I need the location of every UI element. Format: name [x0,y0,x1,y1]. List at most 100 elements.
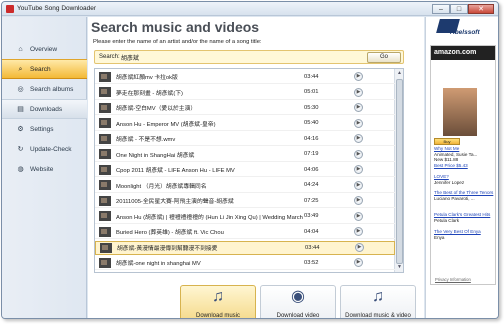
buy-button[interactable]: Buy [434,138,460,145]
sidebar-item-settings[interactable]: ⚙ Settings [2,119,87,139]
sidebar-item-downloads[interactable]: ▤ Downloads [2,99,87,119]
window-controls: – □ ✕ [432,4,494,14]
privacy-information-link[interactable]: Privacy Information [435,277,471,282]
play-preview-icon[interactable]: ▶ [354,211,363,221]
play-preview-icon[interactable]: ▶ [354,165,363,174]
download-video-button[interactable]: ◉ Download video [260,285,336,318]
globe-icon: ◍ [17,165,24,173]
download-music-video-button[interactable]: ♫ Download music & video [340,285,416,318]
result-row[interactable]: 20111005-全民星大賽-阿飛主演的聲音-胡彥斌 07:25 ▶ [95,194,395,208]
search-bar: Search: Go [94,50,404,64]
download-music-button[interactable]: ♫ Download music [180,285,256,318]
result-row[interactable]: Cpop 2011 胡彥斌 - LIFE Anson Hu - LIFE MV 0… [95,163,395,177]
ad-item-artist: Petula Clark [434,217,460,223]
result-title: Moonlight （月光）胡彥斌專輯同名 [116,183,207,190]
search-instruction: Please enter the name of an artist and/o… [93,39,262,45]
result-duration: 03:49 [304,213,319,219]
sidebar-item-label: Downloads [30,105,63,113]
results-list: ▲ ▼ 胡彥斌紅顏mv 卡拉ok版 03:44 ▶ 夢走在那刻畫 - 胡彥斌(下) 05… [94,68,404,273]
search-input[interactable] [121,53,361,62]
close-button[interactable]: ✕ [468,4,494,14]
play-preview-icon[interactable]: ▶ [354,258,363,267]
maximize-button[interactable]: □ [450,4,468,14]
scroll-thumb[interactable] [396,79,403,264]
result-title: Cpop 2011 胡彥斌 - LIFE Anson Hu - LIFE MV [116,168,235,174]
search-icon: ⌕ [18,65,23,73]
album-cover-image[interactable] [443,88,477,136]
sidebar-item-website[interactable]: ◍ Website [2,159,87,179]
result-row[interactable]: Anson Hu (胡彥斌) | 禮禮禮禮禮的 (Hun Li Jin Xing… [95,210,395,224]
video-thumbnail [99,195,111,206]
result-duration: 07:19 [304,151,319,157]
result-row[interactable]: Anson Hu - Emperor MV (胡彥斌-皇帝) 05:40 ▶ [95,117,395,131]
video-thumbnail [99,149,111,159]
ad-item-title[interactable]: Petula Clark's Greatest Hits [434,212,494,218]
go-button[interactable]: Go [367,52,401,63]
ad-item-title[interactable]: The Best of the Three Tenors [434,190,494,196]
ad-item-best-price[interactable]: Best Price $5.43 [434,163,494,169]
page-title: Search music and videos [91,19,260,35]
result-row[interactable]: 胡彥斌紅顏mv 卡拉ok版 03:44 ▶ [95,70,395,84]
result-duration: 05:40 [304,120,319,126]
video-thumbnail [99,164,111,175]
result-row[interactable]: 胡彥斌-黃漫情最漫傳到幫聽漫不到接愛 03:44 ▶ [95,240,395,255]
ad-item-artist: Enya [434,234,445,240]
video-thumbnail [99,257,111,268]
sidebar-item-search-albums[interactable]: ◎ Search albums [2,79,87,99]
search-label: Search: [99,54,120,60]
play-preview-icon[interactable]: ▶ [354,196,363,205]
sidebar-item-search[interactable]: ⌕ Search [2,59,87,79]
result-row[interactable]: 夢走在那刻畫 - 胡彥斌(下) 05:01 ▶ [95,86,395,100]
video-thumbnail [99,226,111,237]
sidebar-item-update-check[interactable]: ↻ Update-Check [2,139,87,159]
play-preview-icon[interactable]: ▶ [354,149,363,159]
refresh-icon: ↻ [17,145,24,153]
sidebar-item-label: Settings [30,125,54,133]
result-duration: 07:25 [304,197,319,204]
ad-item-artist: Luciano Pavaroti, ... [434,195,475,201]
ad-item-2[interactable]: LOVE? Jennifer Lopez [434,174,494,185]
play-preview-icon[interactable]: ▶ [354,87,363,97]
result-title: 胡彥斌 - 不是不想.wmv [116,137,176,143]
video-thumbnail [99,87,111,97]
minimize-button[interactable]: – [432,4,450,14]
result-title: 胡彥斌-黃漫情最漫傳到幫聽漫不到接愛 [117,246,218,252]
result-row[interactable]: One Night in ShangHai 胡彥斌 07:19 ▶ [95,148,395,162]
play-preview-icon[interactable]: ▶ [355,243,364,252]
right-panel: Abelssoft amazon.com Buy Why Not Me Anim… [425,17,498,318]
music-note-icon: ♫ [212,288,224,305]
scroll-up-icon[interactable]: ▲ [395,69,403,78]
results-scrollbar[interactable]: ▲ ▼ [394,69,403,272]
amazon-ad[interactable]: amazon.com Buy Why Not Me Animated, Susi… [430,45,496,285]
ad-item-5[interactable]: The Very Best Of Enya Enya [434,229,494,240]
result-title: Anson Hu (胡彥斌) | 禮禮禮禮禮的 (Hun Li Jin Xing… [116,214,304,221]
video-thumbnail [99,133,111,144]
title-bar: YouTube Song Downloader – □ ✕ [2,2,498,16]
scroll-down-icon[interactable]: ▼ [395,263,403,272]
play-preview-icon[interactable]: ▶ [354,227,363,236]
result-row[interactable]: Buried Hero (葬英雄) - 胡彥斌 ft. Vic Chou 04:0… [95,225,395,239]
play-preview-icon[interactable]: ▶ [354,118,363,128]
sidebar-item-overview[interactable]: ⌂ Overview [2,39,87,59]
result-row[interactable]: 胡彥斌 - 不是不想.wmv 04:16 ▶ [95,132,395,146]
result-row[interactable]: 胡彥斌-one night in shanghai MV 03:52 ▶ [95,256,395,270]
result-duration: 04:06 [304,166,319,173]
music-video-icon: ♫ [372,288,384,305]
play-preview-icon[interactable]: ▶ [354,180,363,190]
app-window: YouTube Song Downloader – □ ✕ ⌂ Overview… [1,1,499,319]
play-preview-icon[interactable]: ▶ [354,134,363,143]
home-icon: ⌂ [18,45,23,53]
ad-item-4[interactable]: Petula Clark's Greatest Hits Petula Clar… [434,212,494,223]
abelssoft-logo[interactable]: Abelssoft [432,19,490,39]
play-preview-icon[interactable]: ▶ [354,72,363,81]
app-icon [6,5,14,13]
ad-item-1[interactable]: Why Not Me Animated, Susie Ta... New $11… [434,146,494,168]
result-title: 胡彥斌-空白MV（愛以於主演） [116,106,197,112]
ad-item-3[interactable]: The Best of the Three Tenors Luciano Pav… [434,190,494,201]
sidebar-item-label: Update-Check [30,145,72,153]
sidebar-nav: ⌂ Overview ⌕ Search ◎ Search albums ▤ Do… [2,39,87,179]
amazon-logo: amazon.com [431,46,495,60]
play-preview-icon[interactable]: ▶ [354,103,363,112]
result-row[interactable]: 胡彥斌-空白MV（愛以於主演） 05:30 ▶ [95,101,395,115]
result-row[interactable]: Moonlight （月光）胡彥斌專輯同名 04:24 ▶ [95,179,395,193]
